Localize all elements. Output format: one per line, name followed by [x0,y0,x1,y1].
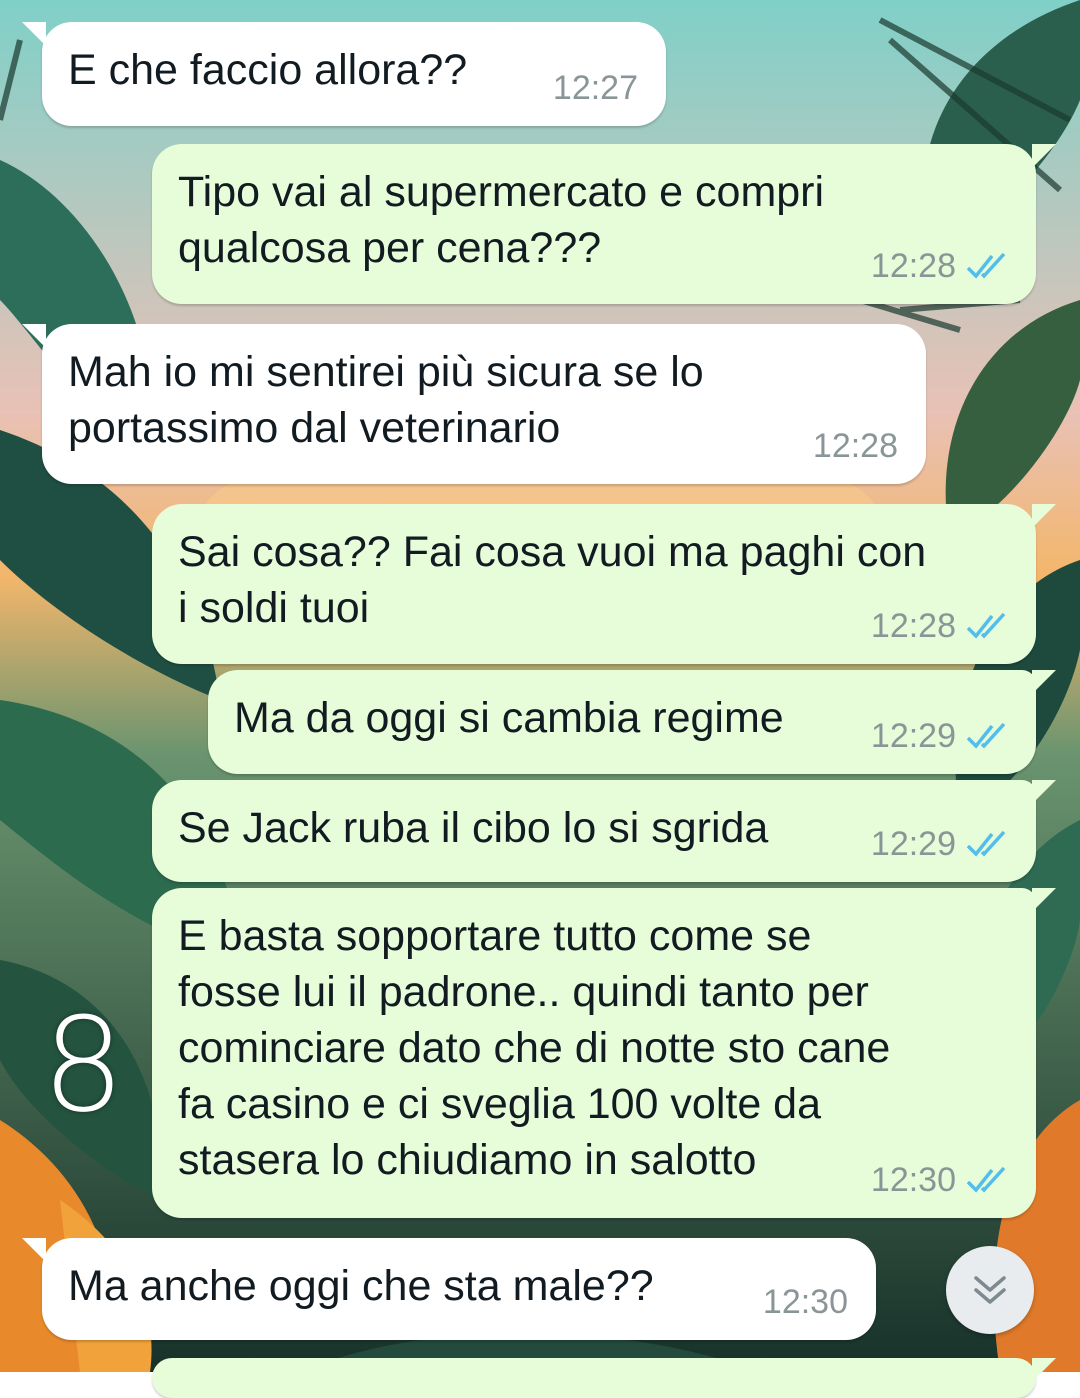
message-text: Mah io mi sentirei più sicura se lo port… [68,348,704,452]
double-check-icon [966,612,1006,639]
scroll-to-bottom-button[interactable] [946,1246,1034,1334]
message-time: 12:30 [762,1283,848,1321]
message-bubble-outgoing[interactable]: Sai cosa?? Fai cosa vuoi ma paghi con i … [152,504,1056,664]
overlay-mark: 8 [42,989,125,1141]
message-time: 12:29 [871,825,1010,864]
message-text: E basta sopportare tutto come se fosse l… [178,912,891,1184]
message-bubble-outgoing[interactable]: E basta sopportare tutto come se fosse l… [152,888,1056,1218]
message-bubble-outgoing-partial [152,1358,1056,1398]
message-bubble-outgoing[interactable]: Ma da oggi si cambia regime 12:29 [208,670,1056,774]
message-time: 12:30 [871,1161,1010,1200]
message-time: 12:29 [871,717,1010,756]
message-time: 12:28 [812,427,898,465]
message-text: Ma da oggi si cambia regime [234,694,784,742]
double-check-icon [966,1166,1006,1193]
chevron-double-down-icon [974,1276,1006,1304]
message-time: 12:28 [871,607,1010,646]
message-bubble-incoming[interactable]: E che faccio allora?? 12:27 [22,22,666,126]
message-text: E che faccio allora?? [68,46,468,94]
double-check-icon [966,830,1006,857]
message-text: Tipo vai al supermercato e compri qualco… [178,168,825,272]
message-bubble-incoming[interactable]: Ma anche oggi che sta male?? 12:30 [22,1238,876,1340]
message-text: Sai cosa?? Fai cosa vuoi ma paghi con i … [178,528,927,632]
message-time: 12:27 [552,69,638,107]
double-check-icon [966,252,1006,279]
message-time: 12:28 [871,247,1010,286]
message-text: Se Jack ruba il cibo lo si sgrida [178,804,769,852]
message-bubble-incoming[interactable]: Mah io mi sentirei più sicura se lo port… [22,324,926,484]
double-check-icon [966,722,1006,749]
message-bubble-outgoing[interactable]: Se Jack ruba il cibo lo si sgrida 12:29 [152,780,1056,882]
message-text: Ma anche oggi che sta male?? [68,1262,654,1310]
message-bubble-outgoing[interactable]: Tipo vai al supermercato e compri qualco… [152,144,1056,304]
